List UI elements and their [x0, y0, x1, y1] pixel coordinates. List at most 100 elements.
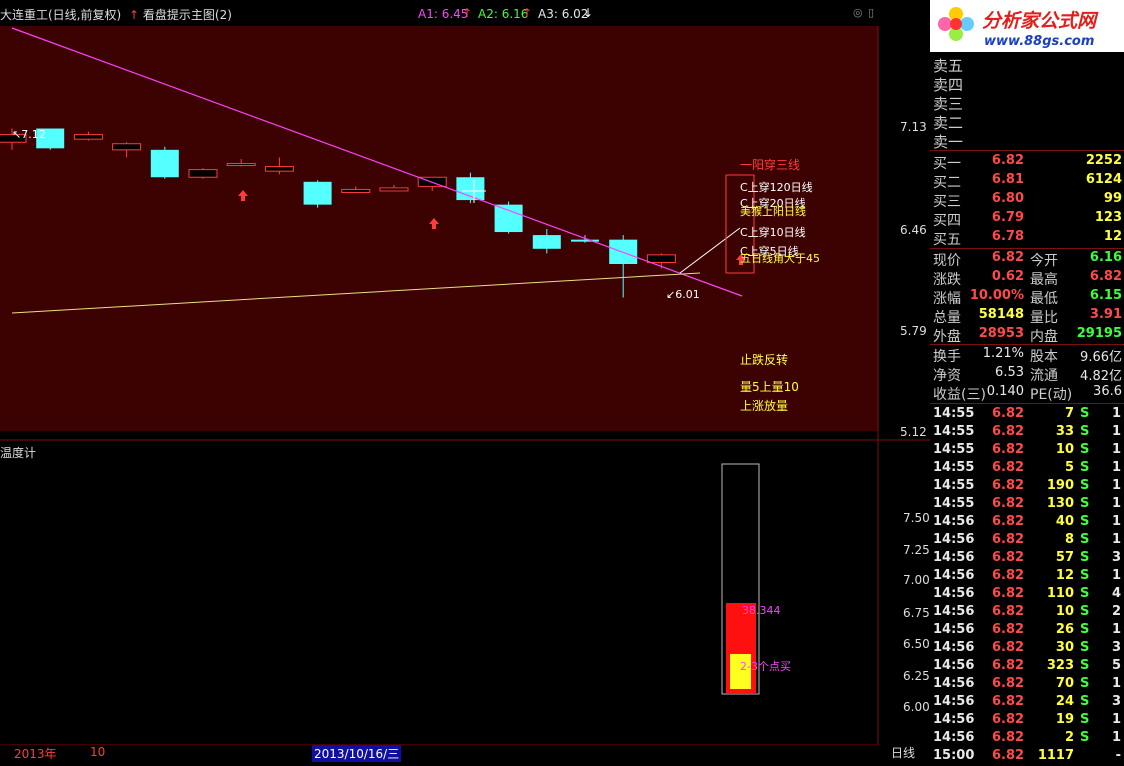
tick-row[interactable]: 14:56 6.82 10 S 2 — [930, 604, 1124, 622]
tick-row[interactable]: 14:56 6.82 110 S 4 — [930, 586, 1124, 604]
quote-label: 涨幅 — [933, 291, 961, 307]
tick-row[interactable]: 14:55 6.82 7 S 1 — [930, 406, 1124, 424]
candle-body[interactable] — [303, 181, 332, 205]
tick-volume: 40 — [1055, 514, 1074, 529]
period-label[interactable]: 日线 — [891, 744, 915, 761]
tick-price: 6.82 — [992, 424, 1025, 439]
time-axis-bar: 2013年 10 2013/10/16/三 — [0, 744, 880, 762]
candle-body[interactable] — [532, 235, 561, 249]
stock-title[interactable]: 大连重工(日线,前复权) — [0, 8, 121, 22]
candle-body[interactable] — [494, 204, 523, 233]
fundamental-row: 收益(三) 0.140 PE(动) 36.6 — [930, 384, 1124, 403]
tick-count: 3 — [1111, 694, 1121, 709]
candle-body[interactable] — [379, 187, 409, 192]
tick-count: 1 — [1111, 514, 1121, 529]
buy-row[interactable]: 买三 6.80 99 — [930, 191, 1124, 210]
tick-row[interactable]: 14:55 6.82 33 S 1 — [930, 424, 1124, 442]
tick-count: 4 — [1111, 586, 1121, 601]
tick-row[interactable]: 14:56 6.82 70 S 1 — [930, 676, 1124, 694]
a2-arrow-icon: ↑ — [522, 6, 533, 20]
candle-body[interactable] — [341, 188, 371, 193]
logo-banner[interactable]: 分析家公式网 www.88gs.com — [930, 0, 1124, 52]
quote-value: 3.91 — [1089, 307, 1122, 322]
a3-value: A3: 6.02 — [538, 7, 589, 21]
buy-volume: 2252 — [1085, 153, 1122, 168]
buy-price: 6.82 — [991, 153, 1024, 168]
settings-circle-icon[interactable]: ◎ — [853, 6, 863, 19]
candle-body[interactable] — [188, 169, 218, 178]
tick-row[interactable]: 14:56 6.82 30 S 3 — [930, 640, 1124, 658]
candle-body[interactable] — [73, 134, 103, 140]
candle-body[interactable] — [226, 163, 256, 167]
tick-row[interactable]: 14:56 6.82 8 S 1 — [930, 532, 1124, 550]
fundamental-value: 4.82亿 — [1080, 369, 1122, 384]
tick-time: 15:00 — [933, 748, 975, 763]
quote-value: 10.00% — [969, 288, 1024, 303]
tick-price: 6.82 — [992, 730, 1025, 745]
tick-price: 6.82 — [992, 496, 1025, 511]
tick-count: 1 — [1111, 622, 1121, 637]
chart-header: 大连重工(日线,前复权) ↑ 看盘提示主图(2) — [0, 6, 232, 24]
axis-label: 7.13 — [900, 120, 927, 134]
tick-row[interactable]: 14:56 6.82 19 S 1 — [930, 712, 1124, 730]
fundamental-value: 36.6 — [1093, 384, 1122, 399]
candle-body[interactable] — [646, 254, 676, 263]
tick-side: S — [1080, 532, 1090, 547]
tick-time: 14:56 — [933, 622, 975, 637]
kline-chart[interactable] — [0, 0, 930, 745]
tick-volume: 26 — [1055, 622, 1074, 637]
sell-row[interactable]: 卖一 — [930, 131, 1124, 151]
fundamental-label: 换手 — [933, 349, 961, 365]
divider — [930, 344, 1124, 345]
tick-row[interactable]: 14:56 6.82 40 S 1 — [930, 514, 1124, 532]
buy-price: 6.79 — [991, 210, 1024, 225]
hint-label[interactable]: 看盘提示主图(2) — [143, 8, 232, 22]
tick-side: S — [1080, 568, 1090, 583]
tick-row[interactable]: 14:55 6.82 190 S 1 — [930, 478, 1124, 496]
buy-row[interactable]: 买五 6.78 12 — [930, 229, 1124, 248]
tick-row[interactable]: 14:55 6.82 10 S 1 — [930, 442, 1124, 460]
quote-panel: 分析家公式网 www.88gs.com 卖五 卖四 卖三 卖二 卖一 买一 6.82 225… — [930, 0, 1124, 763]
buy-row[interactable]: 买四 6.79 123 — [930, 210, 1124, 229]
tick-row[interactable]: 14:56 6.82 12 S 1 — [930, 568, 1124, 586]
current-date-label[interactable]: 2013/10/16/三 — [312, 745, 402, 762]
sell-row[interactable]: 卖二 — [930, 112, 1124, 132]
tick-price: 6.82 — [992, 658, 1025, 673]
tick-count: 1 — [1111, 442, 1121, 457]
tick-row[interactable]: 15:00 6.82 1117 - — [930, 748, 1124, 766]
tick-row[interactable]: 14:56 6.82 57 S 3 — [930, 550, 1124, 568]
sell-row[interactable]: 卖三 — [930, 93, 1124, 113]
tick-volume: 10 — [1055, 442, 1074, 457]
candle-body[interactable] — [112, 143, 142, 151]
tick-row[interactable]: 14:56 6.82 26 S 1 — [930, 622, 1124, 640]
tick-side: S — [1080, 442, 1090, 457]
candle-body[interactable] — [264, 166, 294, 172]
tick-row[interactable]: 14:56 6.82 2 S 1 — [930, 730, 1124, 748]
tick-row[interactable]: 14:55 6.82 5 S 1 — [930, 460, 1124, 478]
tick-row[interactable]: 14:56 6.82 24 S 3 — [930, 694, 1124, 712]
tick-side: S — [1080, 550, 1090, 565]
fundamental-value: 6.53 — [995, 365, 1024, 380]
tick-price: 6.82 — [992, 568, 1025, 583]
quote-label: 最低 — [1030, 291, 1058, 307]
stop-fall-label: 止跌反转 — [740, 353, 789, 367]
tick-count: 3 — [1111, 550, 1121, 565]
tick-volume: 33 — [1055, 424, 1074, 439]
vol-cross-label: 量5上量10 — [740, 380, 799, 394]
tick-volume: 1117 — [1037, 748, 1074, 763]
buy-row[interactable]: 买二 6.81 6124 — [930, 172, 1124, 191]
quote-value: 29195 — [1076, 326, 1122, 341]
window-menu-icon[interactable]: ▯ — [868, 6, 874, 19]
sell-row[interactable]: 卖五 — [930, 55, 1124, 75]
sell-row[interactable]: 卖四 — [930, 74, 1124, 94]
quote-row: 涨跌 0.62 最高 6.82 — [930, 269, 1124, 288]
tick-row[interactable]: 14:56 6.82 323 S 5 — [930, 658, 1124, 676]
main-chart-area[interactable]: 大连重工(日线,前复权) ↑ 看盘提示主图(2) A1: 6.45 ↑ A2: … — [0, 0, 930, 745]
buy-row[interactable]: 买一 6.82 2252 — [930, 153, 1124, 172]
buy-label: 买三 — [933, 194, 961, 210]
candle-body[interactable] — [150, 149, 179, 178]
tick-row[interactable]: 14:55 6.82 130 S 1 — [930, 496, 1124, 514]
fundamental-label: 收益(三) — [933, 387, 986, 403]
tick-time: 14:56 — [933, 532, 975, 547]
sub-axis-label: 6.75 — [903, 606, 930, 620]
